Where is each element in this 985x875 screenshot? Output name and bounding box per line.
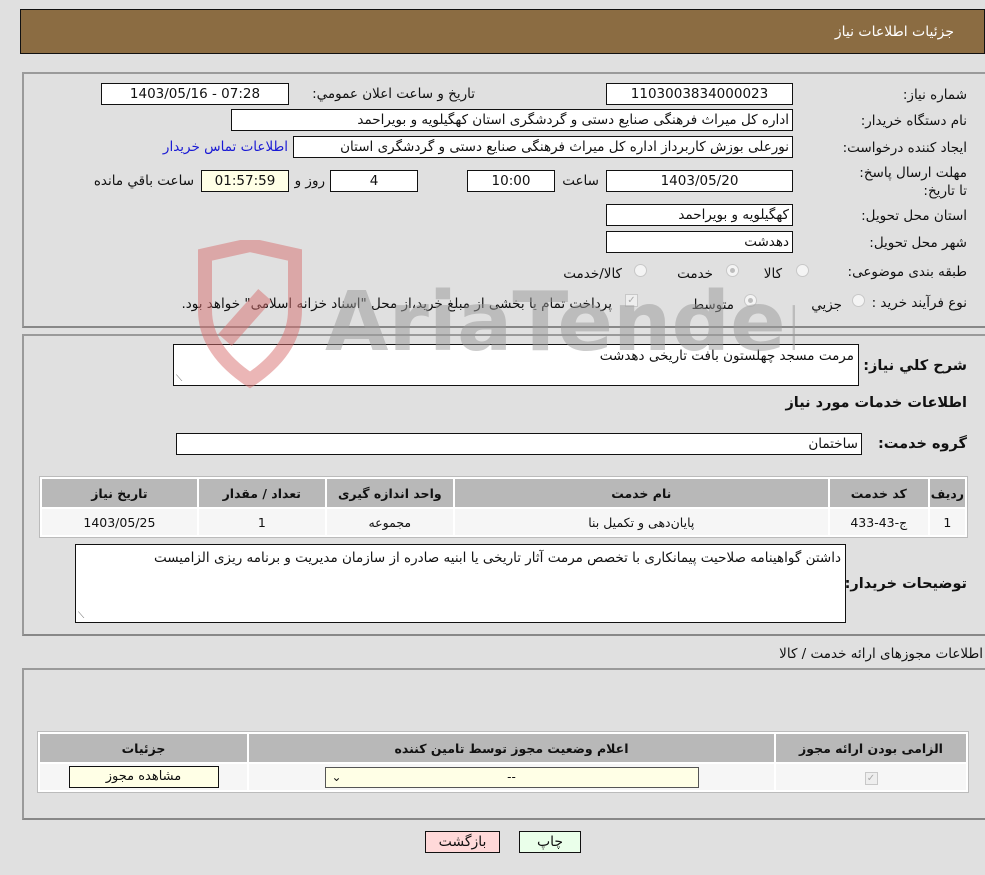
category-service-label: خدمت: [677, 266, 713, 282]
deadline-time-label: ساعت: [562, 173, 599, 189]
announce-date-label: تاريخ و ساعت اعلان عمومي:: [312, 86, 475, 102]
cell-unit: مجموعه: [326, 509, 453, 535]
buyer-org-field: اداره کل میراث فرهنگی صنایع دستی و گردشگ…: [231, 109, 793, 131]
summary-textarea[interactable]: مرمت مسجد چهلستون بافت تاریخی دهدشت ⟋: [173, 344, 859, 386]
summary-label: شرح کلي نیاز:: [863, 358, 967, 374]
cell-permit-required: ✓: [776, 764, 966, 790]
deadline-label: مهلت ارسال پاسخ: تا تاریخ:: [859, 165, 967, 199]
category-radio-goods[interactable]: [796, 264, 809, 277]
category-label: طبقه بندی موضوعی:: [847, 264, 967, 280]
services-section-title: اطلاعات خدمات مورد نیاز: [785, 395, 967, 411]
table-row: 1 ج-43-433 پایان‌دهی و تکمیل بنا مجموعه …: [42, 509, 965, 535]
table-row: ✓ -- ⌄ مشاهده مجوز: [40, 764, 966, 790]
process-radio-minor[interactable]: [852, 294, 865, 307]
col-quantity: تعداد / مقدار: [198, 479, 325, 507]
back-button[interactable]: بازگشت: [425, 831, 500, 853]
permits-table-header: الزامی بودن ارائه مجوز اعلام وضعیت مجوز …: [40, 734, 966, 762]
resize-grip-icon[interactable]: ⟋: [78, 611, 84, 621]
treasury-checkbox[interactable]: ✓: [625, 294, 638, 307]
col-service-name: نام خدمت: [454, 479, 828, 507]
need-number-label: شماره نیاز:: [902, 87, 967, 103]
days-label: روز و: [294, 173, 325, 189]
remaining-time-label: ساعت باقي مانده: [93, 173, 194, 189]
permits-table: الزامی بودن ارائه مجوز اعلام وضعیت مجوز …: [37, 731, 969, 793]
buyer-notes-text: داشتن گواهینامه صلاحیت پیمانکاری با تخصص…: [153, 550, 841, 566]
view-permit-button[interactable]: مشاهده مجوز: [68, 766, 219, 788]
resize-grip-icon[interactable]: ⟋: [176, 374, 182, 384]
process-medium-label: متوسط: [691, 297, 734, 313]
process-minor-label: جزيي: [811, 297, 842, 313]
process-type-label: نوع فرآیند خرید :: [871, 295, 967, 311]
service-group-field: ساختمان: [176, 433, 862, 455]
services-table: ردیف کد خدمت نام خدمت واحد اندازه گیری ت…: [39, 476, 968, 538]
buyer-contact-link[interactable]: اطلاعات تماس خریدار: [163, 139, 288, 155]
process-radio-medium[interactable]: [744, 294, 757, 307]
buyer-notes-textarea[interactable]: داشتن گواهینامه صلاحیت پیمانکاری با تخصص…: [75, 544, 846, 623]
requester-field: نورعلی بوزش کاربرداز اداره کل میراث فرهن…: [293, 136, 793, 158]
permit-required-checkbox[interactable]: ✓: [864, 772, 878, 785]
province-field: کهگیلویه و بویراحمد: [606, 204, 793, 226]
buyer-notes-label: توضیحات خریدار:: [844, 576, 967, 592]
col-need-date: تاریخ نیاز: [42, 479, 197, 507]
permits-section-title: اطلاعات مجوزهای ارائه خدمت / کالا: [779, 646, 983, 662]
cell-quantity: 1: [198, 509, 325, 535]
city-field: دهدشت: [606, 231, 793, 253]
cell-permit-details: مشاهده مجوز: [40, 764, 247, 790]
cell-permit-status: -- ⌄: [249, 764, 774, 790]
services-table-header: ردیف کد خدمت نام خدمت واحد اندازه گیری ت…: [42, 479, 965, 507]
col-service-code: کد خدمت: [829, 479, 928, 507]
page-header: جزئیات اطلاعات نیاز: [20, 9, 985, 54]
chevron-down-icon: ⌄: [331, 769, 342, 784]
category-radio-service[interactable]: [726, 264, 739, 277]
announce-date-field: 1403/05/16 - 07:28: [101, 83, 289, 105]
remaining-time-field: 01:57:59: [201, 170, 289, 192]
deadline-time-field: 10:00: [467, 170, 555, 192]
cell-row-number: 1: [929, 509, 965, 535]
category-goods-service-label: کالا/خدمت: [563, 266, 622, 282]
service-group-label: گروه خدمت:: [877, 436, 967, 452]
requester-label: ایجاد کننده درخواست:: [842, 140, 967, 156]
col-row-number: ردیف: [929, 479, 965, 507]
treasury-note: پرداخت تمام یا بخشی از مبلغ خرید،از محل …: [181, 296, 612, 312]
category-goods-label: کالا: [763, 266, 782, 282]
days-remaining-field: 4: [330, 170, 418, 192]
city-label: شهر محل تحویل:: [869, 235, 967, 251]
cell-need-date: 1403/05/25: [42, 509, 197, 535]
cell-service-code: ج-43-433: [829, 509, 928, 535]
province-label: استان محل تحویل:: [861, 208, 967, 224]
summary-text: مرمت مسجد چهلستون بافت تاریخی دهدشت: [599, 348, 854, 364]
permit-status-value: --: [507, 769, 516, 784]
col-permit-status: اعلام وضعیت مجوز توسط تامین کننده: [249, 734, 774, 762]
col-unit: واحد اندازه گیری: [326, 479, 453, 507]
cell-service-name: پایان‌دهی و تکمیل بنا: [454, 509, 828, 535]
deadline-date-field: 1403/05/20: [606, 170, 793, 192]
category-radio-goods-service[interactable]: [634, 264, 647, 277]
col-permit-required: الزامی بودن ارائه مجوز: [776, 734, 966, 762]
permit-status-select[interactable]: -- ⌄: [324, 766, 699, 788]
print-button[interactable]: چاپ: [519, 831, 581, 853]
col-permit-details: جزئیات: [40, 734, 247, 762]
need-number-field: 1103003834000023: [606, 83, 793, 105]
page-title: جزئیات اطلاعات نیاز: [834, 24, 954, 40]
buyer-org-label: نام دستگاه خریدار:: [860, 113, 967, 129]
